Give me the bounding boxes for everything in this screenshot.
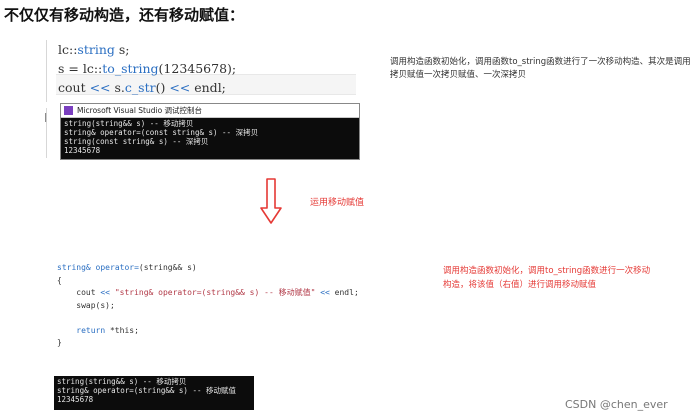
console-output: string(string&& s) -- 移动拷贝 string& opera… — [57, 377, 237, 404]
debug-console-output: string(string&& s) -- 移动拷贝 string& opera… — [54, 376, 254, 410]
console-title: Microsoft Visual Studio 调试控制台 — [77, 106, 203, 115]
code-block-top: lc::string s; s = lc::to_string(12345678… — [58, 40, 358, 97]
visual-studio-icon — [64, 106, 73, 115]
debug-console-window: Microsoft Visual Studio 调试控制台 string(str… — [60, 103, 360, 160]
code-line: { — [57, 275, 62, 285]
code-line: cout << s.c_str() << endl; — [58, 80, 226, 95]
code-line: return *this; — [57, 325, 139, 335]
annotation-bottom: 调用构造函数初始化，调用to_string函数进行一次移动构造，将该值（右值）进… — [443, 266, 651, 290]
down-arrow-icon — [260, 178, 282, 224]
code-block-bottom: string& operator=(string&& s) { cout << … — [57, 262, 417, 350]
code-line: s = lc::to_string(12345678); — [58, 61, 237, 76]
console-output: string(string&& s) -- 移动拷贝 string& opera… — [64, 119, 259, 155]
editor-gutter-line — [46, 40, 47, 102]
annotation-top: 调用构造函数初始化，调用函数to_string函数进行了一次移动构造、其次是调用… — [390, 57, 691, 80]
csdn-watermark: CSDN @chen_ever — [565, 398, 668, 411]
code-line: swap(s); — [57, 300, 115, 310]
arrow-label: 运用移动赋值 — [310, 198, 365, 208]
code-line: lc::string s; — [58, 42, 130, 57]
editor-gutter-tick: | — [43, 113, 49, 123]
console-titlebar: Microsoft Visual Studio 调试控制台 — [61, 104, 359, 118]
code-line: string& operator=(string&& s) — [57, 263, 197, 272]
page-title: 不仅仅有移动构造，还有移动赋值： — [4, 6, 245, 24]
code-line: } — [57, 338, 62, 347]
code-line: cout << "string& operator=(string&& s) -… — [57, 288, 359, 297]
